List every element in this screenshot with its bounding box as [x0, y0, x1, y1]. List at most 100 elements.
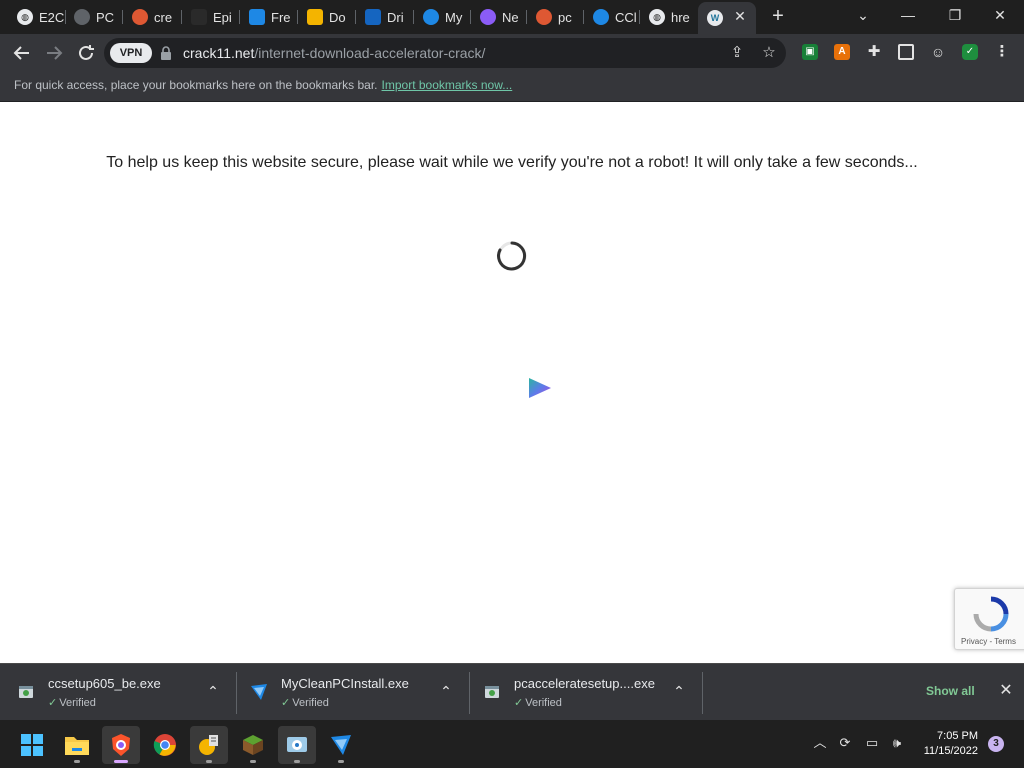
browser-tab[interactable]: Ne: [471, 4, 525, 30]
duckduckgo-icon: [536, 9, 552, 25]
browser-tab[interactable]: ◍ hre: [640, 4, 695, 30]
tab-title: Fre: [271, 9, 291, 25]
taskbar-cleaner-app[interactable]: [190, 726, 228, 764]
tab-title: hre: [671, 9, 690, 25]
tab-title: Dri: [387, 9, 404, 25]
download-status: ✓ Verified: [48, 696, 96, 709]
close-window-button[interactable]: ✕: [985, 4, 1015, 26]
volume-icon[interactable]: 🕪: [888, 734, 906, 752]
tab-strip: ◍ E2C PC cre Epi Fre Do Dri My Ne pc CCl ◍ hre W ✕ + ⌄…: [0, 0, 1024, 34]
sync-icon[interactable]: ⟳: [836, 734, 854, 752]
reload-button[interactable]: [75, 42, 97, 64]
wordpress-icon: W: [707, 10, 723, 26]
browser-tab[interactable]: pc: [527, 4, 582, 30]
download-options-chevron-icon[interactable]: ⌃: [438, 681, 454, 701]
browser-tab[interactable]: My: [414, 4, 469, 30]
browser-tab[interactable]: cre: [123, 4, 180, 30]
cleaner-icon: [199, 735, 218, 755]
browser-tab[interactable]: Epi: [182, 4, 238, 30]
download-filename: MyCleanPCInstall.exe: [281, 676, 409, 691]
taskbar-clock[interactable]: 7:05 PM 11/15/2022: [920, 729, 978, 759]
extensions-puzzle-icon[interactable]: ✚: [866, 44, 882, 60]
fre-icon: [249, 9, 265, 25]
browser-tab[interactable]: ◍ E2C: [8, 4, 64, 30]
download-options-chevron-icon[interactable]: ⌃: [205, 681, 221, 701]
side-panel-icon[interactable]: [898, 44, 914, 60]
windows-taskbar: ︿ ⟳ ▭ 🕪 7:05 PM 11/15/2022 3: [0, 720, 1024, 768]
verified-check-icon: ✓: [281, 697, 291, 709]
show-hidden-icons-chevron-icon[interactable]: ︿: [811, 734, 829, 752]
active-indicator: [114, 760, 128, 763]
tab-title: My: [445, 9, 463, 25]
download-item[interactable]: MyCleanPCInstall.exe ✓ Verified ⌃: [233, 664, 466, 721]
extension-a-icon[interactable]: A: [834, 44, 850, 60]
bookmarks-hint: For quick access, place your bookmarks h…: [14, 78, 378, 92]
tab-search-button[interactable]: ⌄: [848, 4, 878, 26]
menu-kebab-icon[interactable]: ⋮: [994, 44, 1010, 60]
start-button[interactable]: [13, 726, 51, 764]
browser-tab[interactable]: PC: [65, 4, 121, 30]
download-status: ✓ Verified: [514, 696, 562, 709]
clock-date: 11/15/2022: [923, 745, 978, 757]
tab-title: Ne: [502, 9, 519, 25]
taskbar-minecraft[interactable]: [234, 726, 272, 764]
download-status-text: Verified: [292, 697, 329, 709]
tab-title: pc: [558, 9, 572, 25]
page-content: To help us keep this website secure, ple…: [0, 103, 1024, 663]
running-indicator: [250, 760, 256, 763]
vpn-badge[interactable]: VPN: [110, 43, 152, 63]
back-arrow-icon: [13, 46, 29, 60]
address-bar[interactable]: VPN crack11.net/internet-download-accele…: [104, 38, 786, 68]
back-button[interactable]: [11, 42, 33, 64]
shield-extension-icon[interactable]: ✓: [962, 44, 978, 60]
download-options-chevron-icon[interactable]: ⌃: [671, 681, 687, 701]
forward-button[interactable]: [43, 42, 65, 64]
download-status-text: Verified: [525, 697, 562, 709]
duckduckgo-icon: [132, 9, 148, 25]
recaptcha-badge[interactable]: Privacy - Terms: [954, 588, 1024, 650]
browser-tab[interactable]: Fre: [240, 4, 296, 30]
recaptcha-terms[interactable]: Privacy - Terms: [961, 637, 1016, 646]
running-indicator: [74, 760, 80, 763]
browser-tab[interactable]: CCl: [584, 4, 638, 30]
browser-tab[interactable]: Do: [298, 4, 354, 30]
ccleaner-icon: [593, 9, 609, 25]
profile-icon[interactable]: ☺: [930, 44, 946, 60]
globe-icon: ◍: [649, 9, 665, 25]
verified-check-icon: ✓: [48, 697, 58, 709]
share-icon[interactable]: ⇪: [728, 44, 746, 62]
taskbar-myclean[interactable]: [322, 726, 360, 764]
import-bookmarks-link[interactable]: Import bookmarks now...: [382, 78, 513, 92]
running-indicator: [338, 760, 344, 763]
lock-icon[interactable]: [160, 45, 172, 61]
bookmarks-bar: For quick access, place your bookmarks h…: [0, 72, 1024, 102]
extension-lock-icon[interactable]: ▣: [802, 44, 818, 60]
browser-tab[interactable]: Dri: [356, 4, 412, 30]
installer-icon: [287, 737, 307, 752]
minimize-button[interactable]: —: [893, 4, 923, 26]
taskbar-brave[interactable]: [102, 726, 140, 764]
close-shelf-button[interactable]: ✕: [997, 681, 1015, 701]
running-indicator: [206, 760, 212, 763]
restore-button[interactable]: ❐: [940, 4, 970, 26]
chrome-icon: [153, 734, 176, 756]
close-tab-icon[interactable]: ✕: [733, 8, 747, 24]
notification-badge[interactable]: 3: [988, 736, 1004, 752]
verification-message: To help us keep this website secure, ple…: [106, 154, 918, 171]
new-tab-button[interactable]: +: [768, 6, 788, 26]
myclean-icon: [251, 684, 267, 700]
download-icon: [307, 9, 323, 25]
taskbar-file-explorer[interactable]: [58, 726, 96, 764]
tab-title: CCl: [615, 9, 637, 25]
download-item[interactable]: pcacceleratesetup....exe ✓ Verified ⌃: [466, 664, 699, 721]
taskbar-chrome[interactable]: [146, 726, 184, 764]
tab-title: PC: [96, 9, 115, 25]
show-all-button[interactable]: Show all: [926, 684, 975, 698]
bookmark-star-icon[interactable]: ☆: [760, 44, 778, 62]
browser-tab[interactable]: W: [698, 2, 756, 34]
taskbar-installer[interactable]: [278, 726, 316, 764]
network-icon[interactable]: ▭: [863, 734, 881, 752]
start-icon: [21, 734, 43, 756]
download-item[interactable]: ccsetup605_be.exe ✓ Verified ⌃: [0, 664, 233, 721]
url-text[interactable]: crack11.net/internet-download-accelerato…: [183, 45, 485, 61]
